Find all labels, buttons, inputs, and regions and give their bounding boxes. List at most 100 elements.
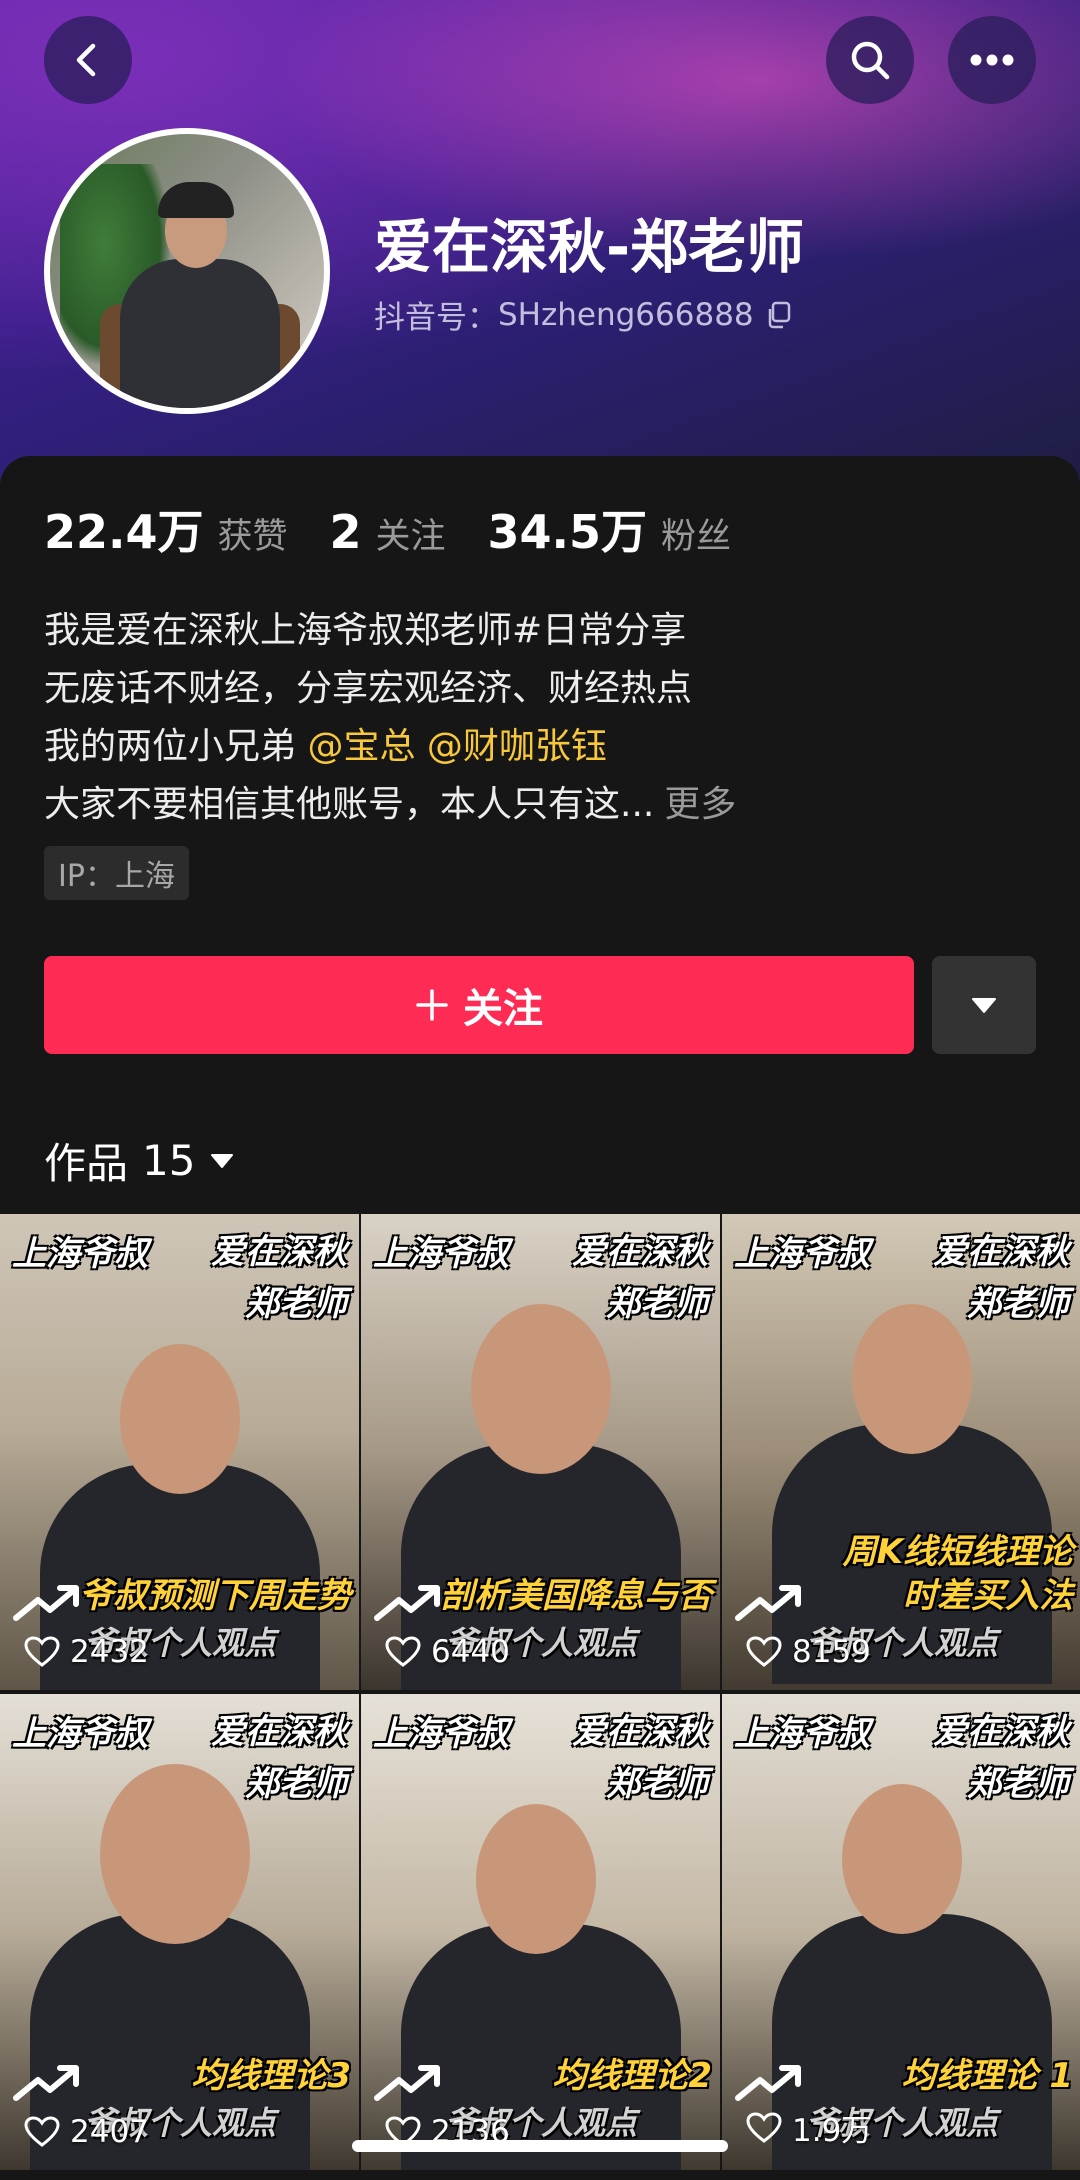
video-caption-right-2: 郑老师 xyxy=(245,1764,347,1804)
video-headline-1: 周K线短线理论 xyxy=(842,1532,1073,1572)
video-caption-right: 爱在深秋郑老师 xyxy=(933,1226,1069,1330)
followers-count[interactable]: 34.5万 xyxy=(488,496,648,562)
copy-icon[interactable] xyxy=(766,301,792,329)
video-likes: 2432 xyxy=(24,1634,149,1670)
trend-up-icon xyxy=(735,1585,801,1621)
video-caption-left: 上海爷叔 xyxy=(373,1234,509,1274)
video-likes-count: 2432 xyxy=(70,1634,149,1670)
bio-line-3-prefix: 我的两位小兄弟 xyxy=(44,726,308,767)
following-label[interactable]: 关注 xyxy=(376,508,446,559)
likes-label[interactable]: 获赞 xyxy=(218,508,288,559)
ip-location-tag: IP：上海 xyxy=(44,846,189,900)
video-likes: 2407 xyxy=(24,2114,149,2150)
video-headline: 剖析美国降息与否 xyxy=(440,1574,712,1618)
profile-uid[interactable]: 抖音号： SHzheng666888 xyxy=(374,292,792,337)
video-caption-right: 爱在深秋郑老师 xyxy=(572,1706,708,1810)
avatar-person-cap xyxy=(158,182,234,218)
trend-up-icon xyxy=(13,2065,79,2101)
video-caption-right-2: 郑老师 xyxy=(606,1764,708,1804)
video-likes-count: 8159 xyxy=(792,1634,871,1670)
video-tile[interactable]: 上海爷叔 爱在深秋 郑老师 爷叔预测下周走势 爷叔个人观点 2432 xyxy=(0,1214,359,1690)
back-button[interactable] xyxy=(44,16,132,104)
follow-button[interactable]: 关注 xyxy=(44,956,914,1054)
mention-link[interactable]: @财咖张钰 xyxy=(427,726,607,767)
video-caption-left: 上海爷叔 xyxy=(734,1714,870,1754)
video-headline-1: 爷叔预测下周走势 xyxy=(79,1576,351,1616)
heart-icon xyxy=(24,1636,60,1667)
profile-bio: 我是爱在深秋上海爷叔郑老师#日常分享 无废话不财经，分享宏观经济、财经热点 我的… xyxy=(44,602,1044,834)
uid-value: SHzheng666888 xyxy=(498,296,754,333)
recommend-dropdown-button[interactable] xyxy=(932,956,1036,1054)
video-headline: 均线理论2 xyxy=(552,2054,712,2098)
video-headline-1: 均线理论 1 xyxy=(901,2056,1074,2096)
video-headline-2: 时差买入法 xyxy=(903,1576,1073,1616)
following-count[interactable]: 2 xyxy=(330,505,362,559)
trend-up-icon xyxy=(374,1585,440,1621)
more-icon xyxy=(970,54,1014,66)
video-caption-right-2: 郑老师 xyxy=(967,1284,1069,1324)
bio-line-1: 我是爱在深秋上海爷叔郑老师#日常分享 xyxy=(44,610,687,651)
video-caption-right-1: 爱在深秋 xyxy=(211,1712,347,1752)
works-count: 15 xyxy=(142,1136,196,1185)
video-caption-left: 上海爷叔 xyxy=(12,1234,148,1274)
video-headline-1: 均线理论2 xyxy=(552,2056,712,2096)
video-tile[interactable]: 上海爷叔 爱在深秋 郑老师 均线理论 1 爷叔个人观点 1.9万 xyxy=(722,1694,1080,2170)
heart-icon xyxy=(385,1636,421,1667)
uid-label: 抖音号： xyxy=(374,300,498,336)
plus-icon xyxy=(416,989,448,1021)
video-caption-right-2: 郑老师 xyxy=(967,1764,1069,1804)
profile-stats: 22.4万 获赞 2 关注 34.5万 粉丝 xyxy=(44,496,759,562)
trend-up-icon xyxy=(13,1585,79,1621)
video-caption-left: 上海爷叔 xyxy=(373,1714,509,1754)
bio-line-4-text: 大家不要相信其他账号，本人只有这... xyxy=(44,784,655,825)
video-caption-right-2: 郑老师 xyxy=(606,1284,708,1324)
back-icon xyxy=(76,43,96,77)
heart-icon xyxy=(746,2111,782,2143)
bio-line-3: 我的两位小兄弟 @宝总 @财咖张钰 xyxy=(44,718,1044,776)
video-likes: 6440 xyxy=(385,1634,510,1670)
more-button[interactable] xyxy=(948,16,1036,104)
video-caption-right: 爱在深秋郑老师 xyxy=(572,1226,708,1330)
follow-button-label: 关注 xyxy=(463,986,543,1032)
video-tile[interactable]: 上海爷叔 爱在深秋 郑老师 均线理论2 爷叔个人观点 2136 xyxy=(361,1694,720,2170)
caret-down-icon xyxy=(972,998,996,1013)
video-caption-right-1: 爱在深秋 xyxy=(933,1232,1069,1272)
bio-line-2: 无废话不财经，分享宏观经济、财经热点 xyxy=(44,668,693,709)
caret-down-icon xyxy=(211,1153,234,1168)
video-tile[interactable]: 上海爷叔 爱在深秋 郑老师 剖析美国降息与否 爷叔个人观点 6440 xyxy=(361,1214,720,1690)
likes-count[interactable]: 22.4万 xyxy=(44,496,204,562)
avatar[interactable] xyxy=(44,128,330,414)
video-grid: 上海爷叔 爱在深秋 郑老师 爷叔预测下周走势 爷叔个人观点 2432 上海爷叔 爱… xyxy=(0,1214,1080,2170)
mention-link[interactable]: @宝总 xyxy=(307,726,415,767)
video-caption-right-1: 爱在深秋 xyxy=(933,1712,1069,1752)
video-headline: 周K线短线理论 时差买入法 xyxy=(843,1530,1073,1618)
search-button[interactable] xyxy=(826,16,914,104)
works-tab[interactable]: 作品 15 xyxy=(44,1130,235,1191)
search-icon xyxy=(851,41,890,80)
video-person-head xyxy=(120,1344,240,1494)
video-likes: 8159 xyxy=(746,1634,871,1670)
home-indicator[interactable] xyxy=(352,2140,728,2152)
video-tile[interactable]: 上海爷叔 爱在深秋 郑老师 均线理论3 爷叔个人观点 2407 xyxy=(0,1694,359,2170)
video-headline-1: 均线理论3 xyxy=(191,2056,351,2096)
video-caption-left: 上海爷叔 xyxy=(12,1714,148,1754)
profile-name: 爱在深秋-郑老师 xyxy=(374,213,805,281)
video-likes-count: 2407 xyxy=(70,2114,149,2150)
avatar-person-body xyxy=(120,259,280,408)
video-caption-right-2: 郑老师 xyxy=(245,1284,347,1324)
works-label: 作品 xyxy=(44,1139,129,1188)
video-caption-left: 上海爷叔 xyxy=(734,1234,870,1274)
video-tile[interactable]: 上海爷叔 爱在深秋 郑老师 周K线短线理论 时差买入法 爷叔个人观点 8159 xyxy=(722,1214,1080,1690)
trend-up-icon xyxy=(374,2065,440,2101)
followers-label[interactable]: 粉丝 xyxy=(661,508,731,559)
video-caption-right-1: 爱在深秋 xyxy=(572,1712,708,1752)
heart-icon xyxy=(746,1636,782,1667)
video-headline-1: 剖析美国降息与否 xyxy=(440,1576,712,1616)
video-caption-right-1: 爱在深秋 xyxy=(572,1232,708,1272)
video-headline: 均线理论3 xyxy=(191,2054,351,2098)
bio-more-link[interactable]: 更多 xyxy=(664,784,736,825)
video-headline: 爷叔预测下周走势 xyxy=(79,1574,351,1618)
trend-up-icon xyxy=(735,2065,801,2101)
bio-line-4: 大家不要相信其他账号，本人只有这... 更多 xyxy=(44,776,1044,834)
video-headline: 均线理论 1 xyxy=(902,2054,1074,2098)
